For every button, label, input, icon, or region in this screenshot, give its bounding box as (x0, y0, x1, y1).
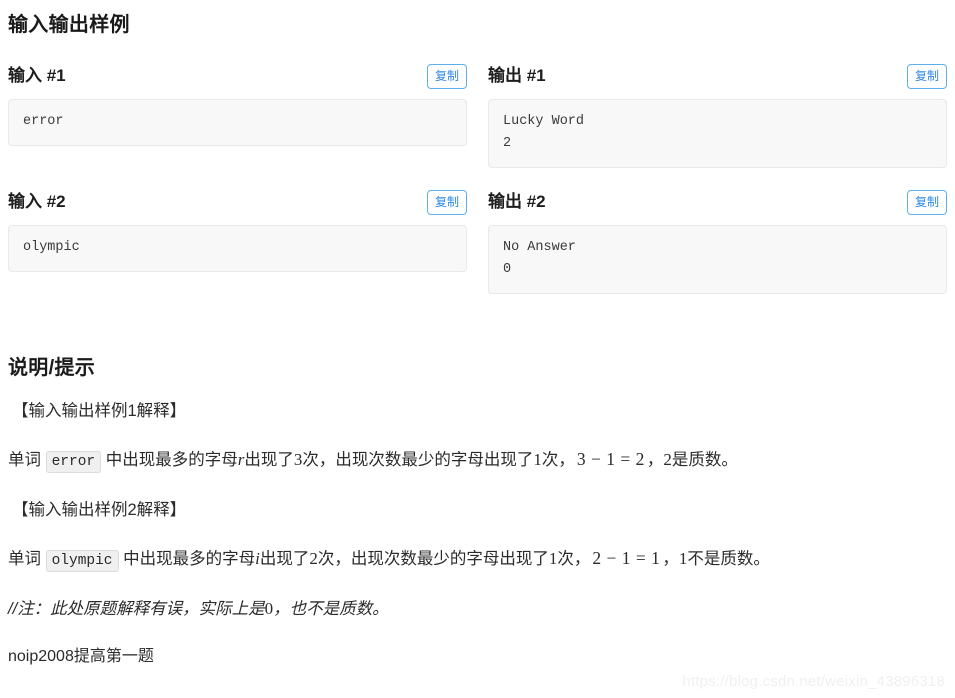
sample-output-2: 输出 #2 复制 No Answer 0 (488, 188, 947, 294)
explain-2-comma: ， (662, 550, 679, 568)
explain-2-prefix: 单词 (8, 550, 46, 568)
page-title-io-samples: 输入输出样例 (8, 14, 130, 36)
explain-1-inline-code: error (45, 451, 102, 473)
sample-output-2-label: 输出 #2 (488, 192, 546, 211)
explain-1-mid3: 次，出现次数最少的字母出现了 (302, 451, 534, 469)
explain-1-equation: 3 − 1 = 2 (576, 449, 645, 469)
explain-1-mid1: 中出现最多的字母 (101, 451, 238, 469)
sample-output-2-header: 输出 #2 复制 (488, 188, 947, 216)
sample-input-2-label: 输入 #2 (8, 192, 66, 211)
copy-button-output-1[interactable]: 复制 (906, 63, 947, 89)
copy-button-input-2[interactable]: 复制 (426, 189, 467, 215)
note-suffix: ，也不是质数。 (273, 600, 389, 618)
explain-1-suffix: 是质数。 (671, 451, 738, 469)
copy-button-output-2[interactable]: 复制 (906, 189, 947, 215)
sample-row: 输入 #1 复制 error 输出 #1 复制 Lucky Word 2 (8, 62, 947, 168)
explain-1-result-number: 2 (663, 450, 672, 469)
sample-output-1-label: 输出 #1 (488, 66, 546, 85)
sample-output-1-code[interactable]: Lucky Word 2 (488, 99, 947, 168)
hint-body: 【输入输出样例1解释】 单词 error 中出现最多的字母r出现了3次，出现次数… (8, 398, 947, 670)
sample-output-2-code[interactable]: No Answer 0 (488, 225, 947, 294)
note-value: 0 (264, 599, 274, 618)
explain-1-mid2: 出现了 (244, 451, 294, 469)
explain-2-mid4: 次， (557, 550, 591, 568)
hint-bracket-2: 【输入输出样例2解释】 (12, 501, 187, 519)
explain-2-mid1: 中出现最多的字母 (118, 550, 256, 568)
page-root: 输入输出样例 输入 #1 复制 error 输出 #1 复制 Lucky Wor… (0, 0, 955, 698)
explain-2-equation: 2 − 1 = 1 (592, 548, 661, 568)
watermark: https://blog.csdn.net/weixin_43896318 (682, 673, 945, 690)
hint-bracket-1: 【输入输出样例1解释】 (12, 402, 187, 420)
sample-output-1: 输出 #1 复制 Lucky Word 2 (488, 62, 947, 168)
page-title-hint: 说明/提示 (8, 357, 96, 379)
explain-2-count: 2 (309, 549, 318, 568)
hint-explanation-1: 单词 error 中出现最多的字母r出现了3次，出现次数最少的字母出现了1次， 3… (8, 446, 947, 475)
explain-1-comma: ， (646, 451, 664, 469)
hint-author-note: //注：此处原题解释有误，实际上是0，也不是质数。 (8, 596, 947, 622)
sample-output-1-header: 输出 #1 复制 (488, 62, 947, 90)
sample-input-2-header: 输入 #2 复制 (8, 188, 467, 216)
sample-input-1: 输入 #1 复制 error (8, 62, 467, 168)
sample-input-2: 输入 #2 复制 olympic (8, 188, 467, 294)
sample-input-1-label: 输入 #1 (8, 66, 66, 85)
sample-input-1-code[interactable]: error (8, 99, 467, 146)
explain-2-mid3: 次，出现次数最少的字母出现了 (317, 550, 549, 568)
copy-button-input-1[interactable]: 复制 (426, 63, 467, 89)
explain-2-mid2: 出现了 (259, 550, 310, 568)
note-prefix: //注：此处原题解释有误，实际上是 (8, 600, 265, 618)
hint-explanation-2: 单词 olympic 中出现最多的字母i出现了2次，出现次数最少的字母出现了1次… (8, 545, 947, 574)
explain-1-min-count: 1 (533, 450, 542, 469)
explain-2-inline-code: olympic (45, 550, 119, 572)
sample-input-2-code[interactable]: olympic (8, 225, 467, 272)
sample-row: 输入 #2 复制 olympic 输出 #2 复制 No Answer 0 (8, 188, 947, 294)
explain-2-suffix: 不是质数。 (687, 550, 770, 568)
explain-1-prefix: 单词 (8, 451, 46, 469)
hint-source-line: noip2008提高第一题 (8, 648, 154, 665)
sample-grid: 输入 #1 复制 error 输出 #1 复制 Lucky Word 2 输入 … (8, 62, 947, 294)
sample-input-1-header: 输入 #1 复制 (8, 62, 467, 90)
explain-1-mid4: 次， (541, 451, 575, 469)
